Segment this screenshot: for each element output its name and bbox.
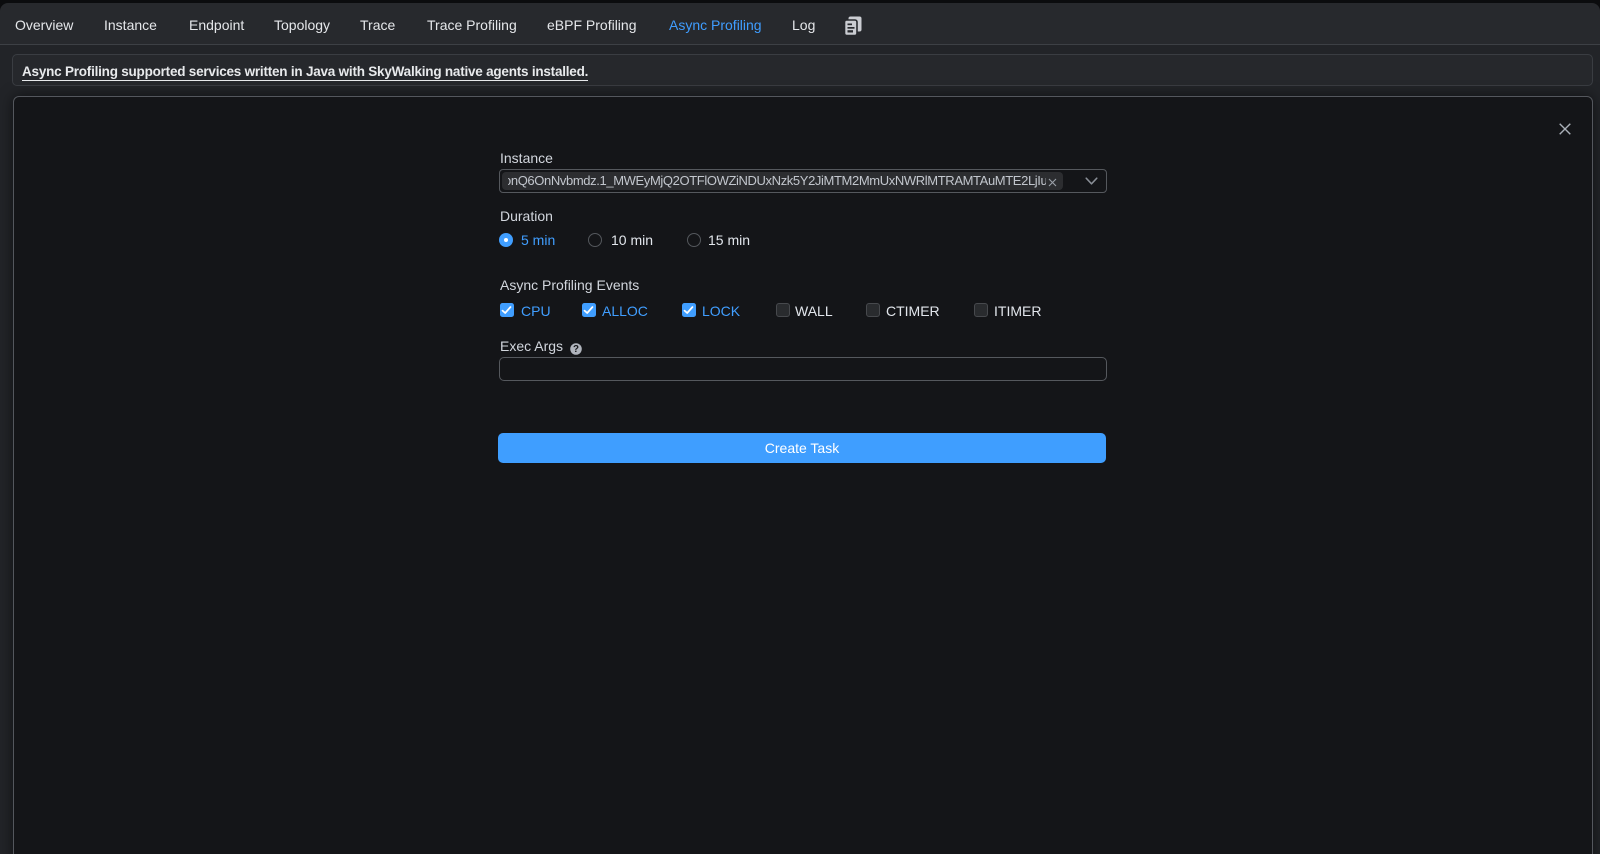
- svg-text:?: ?: [573, 344, 579, 355]
